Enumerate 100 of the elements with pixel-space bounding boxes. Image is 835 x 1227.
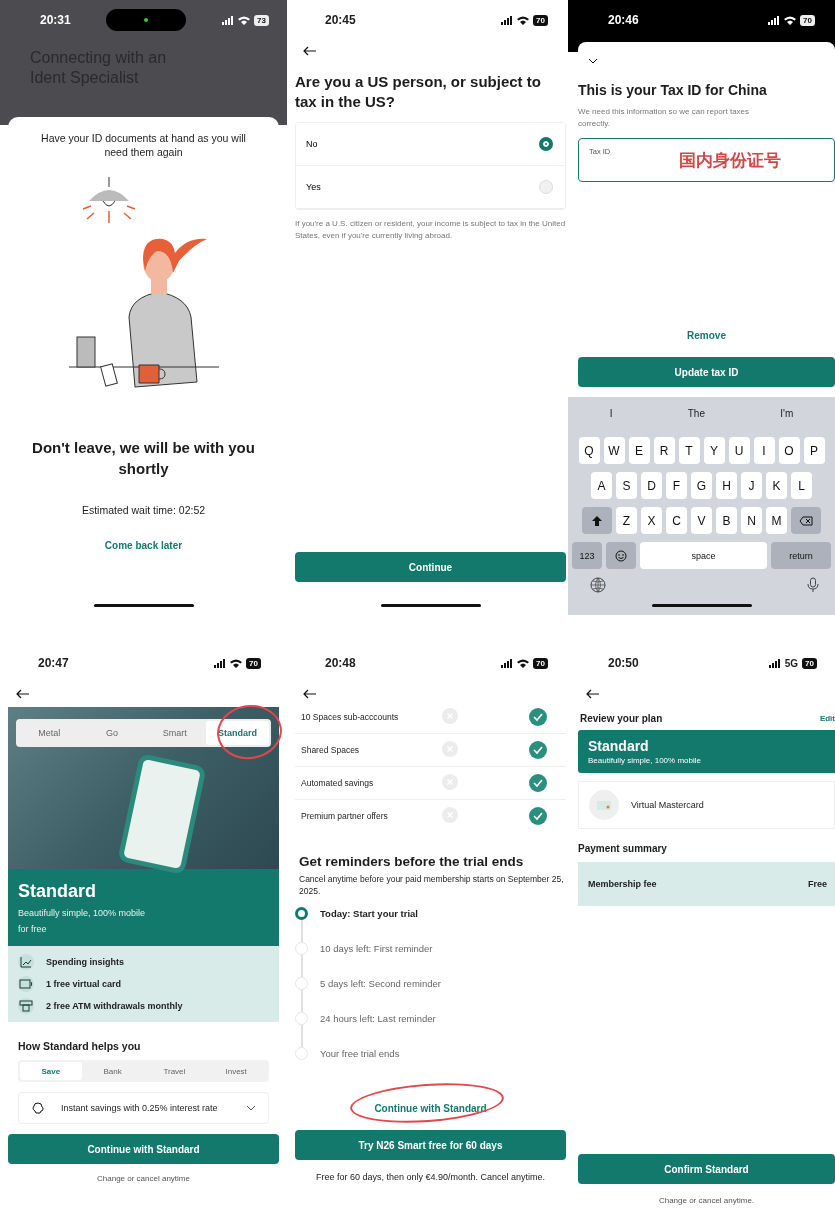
keyboard-key[interactable]: J <box>741 472 762 499</box>
plan-tab[interactable]: Metal <box>18 721 81 745</box>
footnote: Free for 60 days, then only €4.90/month. Cancel anytime. <box>314 1171 547 1184</box>
section-title: Payment summary <box>578 843 668 854</box>
keyboard-key[interactable]: T <box>678 437 700 464</box>
feature-tab[interactable]: Travel <box>143 1062 206 1080</box>
continue-button[interactable]: Continue <box>295 552 566 582</box>
info-text: If you're a U.S. citizen or resident, your income is subject to tax in the United States, even if you're currently living abroad. <box>295 218 566 242</box>
remove-link[interactable]: Remove <box>687 330 726 341</box>
keyboard-key[interactable]: Q <box>578 437 600 464</box>
chevron-down-icon[interactable] <box>246 1105 256 1111</box>
keyboard-key[interactable]: P <box>803 437 825 464</box>
back-arrow-icon[interactable] <box>16 689 30 699</box>
keyboard-key[interactable]: S <box>616 472 637 499</box>
signal-icon <box>501 15 514 25</box>
keyboard-key[interactable]: H <box>716 472 737 499</box>
timeline-label: 24 hours left: Last reminder <box>320 1013 436 1024</box>
return-key[interactable]: return <box>771 542 831 569</box>
keyboard-key[interactable]: R <box>653 437 675 464</box>
chevron-down-icon[interactable] <box>588 58 598 64</box>
plan-tagline: Beautifully simple, 100% mobile <box>588 756 702 765</box>
keyboard-key[interactable]: W <box>603 437 625 464</box>
shift-key[interactable] <box>582 507 612 534</box>
keyboard-key[interactable]: N <box>741 507 762 534</box>
heading: Don't leave, we will be with you shortly <box>31 438 256 479</box>
field-value: 国内身份证号 <box>679 149 781 172</box>
keyboard-key[interactable]: O <box>778 437 800 464</box>
back-arrow-icon[interactable] <box>303 46 317 56</box>
keyboard-key[interactable]: U <box>728 437 750 464</box>
suggestion[interactable]: The <box>687 407 705 419</box>
battery-indicator: 70 <box>246 657 261 669</box>
trial-button[interactable]: Try N26 Smart free for 60 days <box>295 1130 566 1160</box>
back-arrow-icon[interactable] <box>303 689 317 699</box>
signal-icon <box>222 15 235 25</box>
keyboard-key[interactable]: Y <box>703 437 725 464</box>
feature-tab[interactable]: Invest <box>205 1062 267 1080</box>
plan-tab[interactable]: Smart <box>143 721 207 745</box>
answer-option[interactable]: No <box>296 123 565 166</box>
plan-tagline: Beautifully simple, 100% mobile <box>18 908 147 918</box>
feature-label: 2 free ATM withdrawals monthly <box>46 1001 183 1011</box>
continue-button[interactable]: Continue with Standard <box>8 1134 279 1164</box>
keyboard-key[interactable]: V <box>691 507 712 534</box>
keyboard-key[interactable]: D <box>641 472 662 499</box>
up-arrow-icon <box>591 514 603 527</box>
emoji-key[interactable] <box>605 542 636 569</box>
radio-button[interactable] <box>539 137 553 151</box>
keyboard-key[interactable]: X <box>641 507 662 534</box>
numbers-key[interactable]: 123 <box>572 542 602 569</box>
suggestion[interactable]: I'm <box>780 407 794 419</box>
plan-price: for free <box>18 924 48 934</box>
edit-link[interactable]: Edit <box>819 714 835 723</box>
back-arrow-icon[interactable] <box>586 689 600 699</box>
card-icon <box>589 790 619 820</box>
keyboard-key[interactable]: M <box>766 507 787 534</box>
subtitle: We need this information so we can report taxes correctly. <box>578 106 751 130</box>
plan-tab[interactable]: Go <box>80 721 144 745</box>
come-back-later-link[interactable]: Come back later <box>104 540 183 551</box>
keyboard-key[interactable]: Z <box>616 507 637 534</box>
globe-icon[interactable] <box>590 577 606 593</box>
chart-icon <box>18 954 34 970</box>
status-time: 20:46 <box>608 13 639 27</box>
feature-label: 1 free virtual card <box>46 979 122 989</box>
keyboard-key[interactable]: F <box>666 472 687 499</box>
suggestion[interactable]: I <box>609 407 613 419</box>
continue-with-standard-link[interactable]: Continue with Standard <box>374 1103 487 1114</box>
backspace-key[interactable] <box>791 507 821 534</box>
wifi-icon <box>784 15 797 25</box>
backspace-icon <box>799 515 813 526</box>
battery-indicator: 70 <box>800 14 815 26</box>
signal-icon <box>768 15 781 25</box>
timeline-label: 5 days left: Second reminder <box>320 978 441 989</box>
battery-indicator: 70 <box>533 657 548 669</box>
feature-label: Automated savings <box>301 778 375 788</box>
card-icon <box>18 976 34 992</box>
status-time: 20:50 <box>608 656 639 670</box>
keyboard-key[interactable]: A <box>591 472 612 499</box>
microphone-icon[interactable] <box>807 577 819 593</box>
benefit-card[interactable]: Instant savings with 0.25% interest rate <box>18 1092 269 1124</box>
keyboard-key[interactable]: B <box>716 507 737 534</box>
feature-label: 10 Spaces sub-acccounts <box>301 712 400 722</box>
footnote: Change or cancel anytime. <box>657 1196 756 1205</box>
section-title: Review your plan <box>580 713 663 724</box>
plan-tab[interactable]: Standard <box>206 721 269 745</box>
keyboard-key[interactable]: L <box>791 472 812 499</box>
update-tax-id-button[interactable]: Update tax ID <box>578 357 835 387</box>
benefit-text: Instant savings with 0.25% interest rate <box>61 1102 219 1114</box>
feature-tab[interactable]: Save <box>20 1062 82 1080</box>
status-time: 20:31 <box>40 13 71 27</box>
screen-title: This is your Tax ID for China <box>578 82 768 98</box>
keyboard-key[interactable]: I <box>753 437 775 464</box>
space-key[interactable]: space <box>639 542 768 569</box>
signal-icon <box>501 658 514 668</box>
keyboard-key[interactable]: C <box>666 507 687 534</box>
confirm-button[interactable]: Confirm Standard <box>578 1154 835 1184</box>
wifi-icon <box>238 15 251 25</box>
keyboard-key[interactable]: G <box>691 472 712 499</box>
wifi-icon <box>517 658 530 668</box>
keyboard-key[interactable]: K <box>766 472 787 499</box>
keyboard-key[interactable]: E <box>628 437 650 464</box>
feature-tab[interactable]: Bank <box>81 1062 144 1080</box>
